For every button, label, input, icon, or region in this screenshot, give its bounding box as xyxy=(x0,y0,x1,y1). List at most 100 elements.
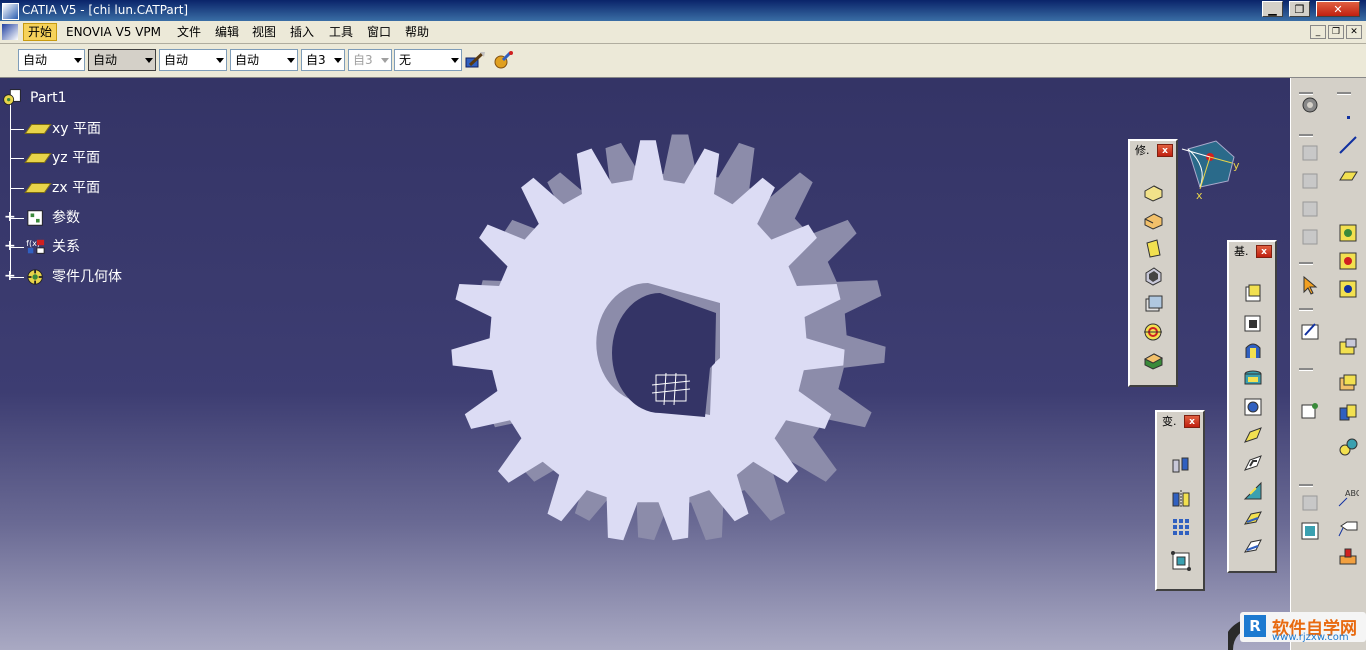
sketcher-icon[interactable] xyxy=(1299,320,1321,342)
minimize-button[interactable]: ▁ xyxy=(1262,1,1283,17)
compass-widget[interactable]: y x xyxy=(1178,137,1248,207)
toolbar-separator xyxy=(1299,484,1313,487)
chevron-down-icon xyxy=(451,58,459,63)
transparency-value: 自动 xyxy=(93,53,118,67)
specification-tree: Part1 xy 平面 yz 平面 zx 平面 + 参数 + f(x) 关系 +… xyxy=(0,78,300,298)
thickness-icon[interactable] xyxy=(1142,293,1164,315)
menu-enovia[interactable]: ENOVIA V5 VPM xyxy=(62,24,165,40)
menu-help[interactable]: 帮助 xyxy=(401,24,433,40)
stiffener-icon[interactable] xyxy=(1242,480,1264,502)
shaft-icon[interactable] xyxy=(1242,340,1264,362)
plane-icon xyxy=(24,153,52,163)
fill-color-combo[interactable]: 自动 xyxy=(18,49,85,71)
datum-icon xyxy=(1302,495,1318,511)
transparency-combo[interactable]: 自动 xyxy=(88,49,156,71)
site-watermark: R 软件自学网 www.rjzxw.com xyxy=(1228,612,1366,650)
palette-close-button[interactable]: x xyxy=(1256,245,1272,258)
constraint-anchor-icon[interactable] xyxy=(1337,278,1359,300)
paintbrush-icon[interactable] xyxy=(464,50,486,70)
plane-icon xyxy=(24,183,52,193)
boolean-intersect-icon xyxy=(1302,229,1318,245)
rectangular-pattern-icon[interactable] xyxy=(1170,516,1192,538)
select-arrow-icon[interactable] xyxy=(1299,274,1321,296)
chevron-down-icon xyxy=(145,58,153,63)
line-weight-combo[interactable]: 自3 xyxy=(301,49,345,71)
palette-close-button[interactable]: x xyxy=(1184,415,1200,428)
close-button[interactable]: ✕ xyxy=(1316,1,1360,17)
removed-multi-sections-icon[interactable] xyxy=(1242,536,1264,558)
line-color-combo[interactable]: 自动 xyxy=(159,49,227,71)
palette-close-button[interactable]: x xyxy=(1157,144,1173,157)
restore-button[interactable]: ❐ xyxy=(1289,1,1310,17)
line-type-combo[interactable]: 自动 xyxy=(230,49,298,71)
plane-tool-icon[interactable] xyxy=(1337,164,1359,186)
menu-window[interactable]: 窗口 xyxy=(363,24,395,40)
line-icon[interactable] xyxy=(1337,134,1359,156)
groove-icon[interactable] xyxy=(1242,368,1264,390)
menu-view[interactable]: 视图 xyxy=(248,24,280,40)
tree-item-label: yz 平面 xyxy=(52,150,101,166)
rib-icon[interactable] xyxy=(1242,424,1264,446)
window-title-bar: CATIA V5 - [chi lun.CATPart] ▁ ❐ ✕ xyxy=(0,0,1366,21)
tree-connector xyxy=(10,247,24,248)
mirror-icon[interactable] xyxy=(1170,488,1192,510)
sketch-based-features-palette[interactable]: 基. x xyxy=(1227,240,1277,573)
3d-annotation-icon[interactable] xyxy=(1337,546,1359,568)
slot-icon[interactable] xyxy=(1242,452,1264,474)
translation-icon[interactable] xyxy=(1170,454,1192,476)
dress-up-features-palette[interactable]: 修. x xyxy=(1128,139,1178,387)
constraint-defined-icon[interactable] xyxy=(1337,250,1359,272)
right-toolbars: ABC xyxy=(1290,78,1366,650)
plane-icon xyxy=(24,124,52,134)
catia-app-icon[interactable] xyxy=(2,3,19,20)
chevron-down-icon xyxy=(287,58,295,63)
document-icon[interactable] xyxy=(2,24,18,40)
menu-file[interactable]: 文件 xyxy=(173,24,205,40)
shell-icon[interactable] xyxy=(1142,265,1164,287)
3d-viewport[interactable]: Part1 xy 平面 yz 平面 zx 平面 + 参数 + f(x) 关系 +… xyxy=(0,78,1290,650)
apply-material-icon[interactable] xyxy=(492,50,514,70)
point-icon[interactable] xyxy=(1337,106,1359,128)
annotation-text-icon[interactable]: ABC xyxy=(1337,486,1359,508)
graphic-properties-toolbar: 自动 自动 自动 自动 自3 自3 无 xyxy=(0,44,1366,78)
pocket-icon[interactable] xyxy=(1242,312,1264,334)
gear-bore xyxy=(596,283,720,417)
pad-icon[interactable] xyxy=(1242,282,1264,304)
multi-sections-solid-icon[interactable] xyxy=(1242,508,1264,530)
toolbar-separator xyxy=(1299,134,1313,137)
doc-minimize-button[interactable]: _ xyxy=(1310,25,1326,39)
doc-restore-button[interactable]: ❐ xyxy=(1328,25,1344,39)
remove-face-icon[interactable] xyxy=(1142,349,1164,371)
fillet-icon[interactable] xyxy=(1142,181,1164,203)
thread-icon[interactable] xyxy=(1142,321,1164,343)
transformation-features-palette[interactable]: 变. x xyxy=(1155,410,1205,591)
toolbar-separator xyxy=(1299,368,1313,371)
doc-close-button[interactable]: ✕ xyxy=(1346,25,1362,39)
catalog-icon[interactable] xyxy=(1299,520,1321,542)
chamfer-icon[interactable] xyxy=(1142,209,1164,231)
tree-connector xyxy=(10,218,24,219)
menu-edit[interactable]: 编辑 xyxy=(211,24,243,40)
chevron-down-icon xyxy=(334,58,342,63)
gear-model[interactable] xyxy=(420,123,890,563)
part-icon xyxy=(3,89,21,106)
flag-note-icon[interactable] xyxy=(1337,516,1359,538)
menu-insert[interactable]: 插入 xyxy=(286,24,318,40)
multi-body-icon[interactable] xyxy=(1337,402,1359,424)
measure-icon[interactable] xyxy=(1337,336,1359,358)
analysis-icon[interactable] xyxy=(1337,436,1359,458)
tree-connector xyxy=(10,277,24,278)
chevron-down-icon xyxy=(381,58,389,63)
pad-solid-icon[interactable] xyxy=(1337,372,1359,394)
boolean-assemble-icon xyxy=(1302,145,1318,161)
hole-icon[interactable] xyxy=(1242,396,1264,418)
constraint-icon[interactable] xyxy=(1337,222,1359,244)
gear-settings-icon[interactable] xyxy=(1299,94,1321,116)
menu-tools[interactable]: 工具 xyxy=(325,24,357,40)
menu-start[interactable]: 开始 xyxy=(23,23,58,41)
insert-body-icon[interactable] xyxy=(1299,400,1321,422)
scaling-icon[interactable] xyxy=(1170,550,1192,572)
layer-combo[interactable]: 无 xyxy=(394,49,462,71)
draft-icon[interactable] xyxy=(1142,237,1164,259)
point-symbol-combo: 自3 xyxy=(348,49,392,71)
